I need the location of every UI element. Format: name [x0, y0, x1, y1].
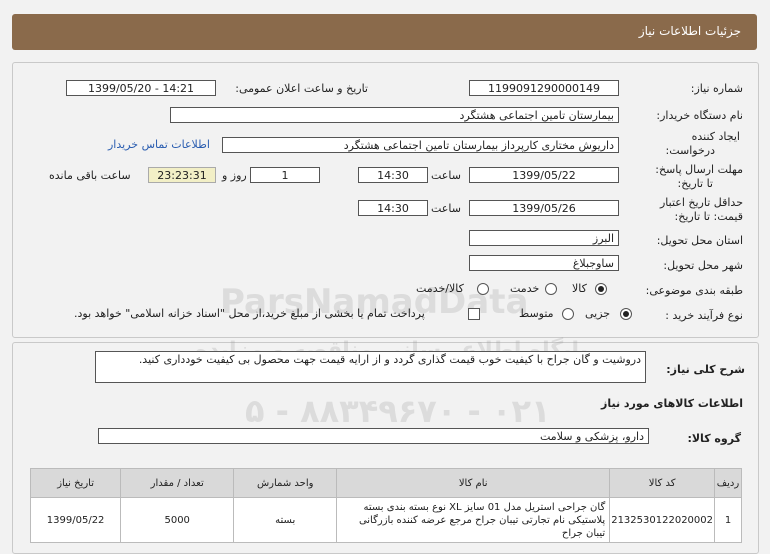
category-service-label: خدمت	[510, 282, 540, 295]
category-goods-label: کالا	[572, 282, 587, 295]
category-goods-service-radio[interactable]	[477, 283, 489, 295]
process-medium-radio[interactable]	[562, 308, 574, 320]
goods-section-title: اطلاعات کالاهای مورد نیاز	[601, 397, 743, 410]
watermark-phone: ۰۲۱ - ۸۸۳۴۹۶۷۰ - ۵	[245, 392, 551, 430]
need-number-label: شماره نیاز:	[690, 82, 743, 95]
send-date-field: 1399/05/22	[469, 167, 619, 183]
announce-field: 1399/05/20 - 14:21	[66, 80, 216, 96]
validity-date-field: 1399/05/26	[469, 200, 619, 216]
treasury-note: پرداخت تمام یا بخشی از مبلغ خرید،از محل …	[74, 307, 425, 320]
days-label: روز و	[222, 169, 247, 182]
send-time-label: ساعت	[431, 169, 461, 182]
buyer-contact-link[interactable]: اطلاعات تماس خریدار	[108, 138, 210, 151]
validity-label-2: قیمت: تا تاریخ:	[674, 210, 743, 223]
category-goods-service-label: کالا/خدمت	[416, 282, 464, 295]
creator-label: ایجاد کننده	[691, 130, 740, 143]
treasury-checkbox[interactable]	[468, 308, 480, 320]
goods-group-label: گروه کالا:	[687, 432, 741, 445]
cell-unit: بسته	[233, 497, 338, 543]
column-header-name: نام کالا	[336, 468, 611, 498]
buyer-field: بیمارستان تامین اجتماعی هشتگرد	[170, 107, 619, 123]
process-medium-label: متوسط	[519, 307, 554, 320]
validity-time-label: ساعت	[431, 202, 461, 215]
process-minor-radio[interactable]	[620, 308, 632, 320]
creator-label-2: درخواست:	[665, 144, 715, 157]
days-field: 1	[250, 167, 320, 183]
buyer-label: نام دستگاه خریدار:	[656, 109, 743, 122]
process-minor-label: جزیی	[585, 307, 611, 320]
cell-qty: 5000	[120, 497, 235, 543]
send-deadline-label-2: تا تاریخ:	[677, 177, 713, 190]
page-title: جزئیات اطلاعات نیاز	[638, 24, 741, 38]
send-deadline-label: مهلت ارسال پاسخ:	[655, 163, 743, 176]
remaining-time-field: 23:23:31	[148, 167, 216, 183]
announce-label: تاریخ و ساعت اعلان عمومی:	[235, 82, 368, 95]
send-time-field: 14:30	[358, 167, 428, 183]
category-label: طبقه بندی موضوعی:	[645, 284, 743, 297]
goods-table: ردیف کد کالا نام کالا واحد شمارش تعداد /…	[29, 468, 742, 543]
need-number-field: 1199091290000149	[469, 80, 619, 96]
cell-name: گان جراحی استریل مدل 01 سایز XL نوع بسته…	[336, 497, 611, 543]
city-label: شهر محل تحویل:	[663, 259, 743, 272]
table-row: 1 2132530122020002 گان جراحی استریل مدل …	[29, 497, 742, 543]
description-label: شرح کلی نیاز:	[666, 363, 745, 376]
cell-date: 1399/05/22	[29, 497, 122, 543]
column-header-row: ردیف	[714, 468, 742, 498]
category-service-radio[interactable]	[545, 283, 557, 295]
validity-time-field: 14:30	[358, 200, 428, 216]
cell-row: 1	[714, 497, 742, 543]
creator-field: داریوش مختاری کارپرداز بیمارستان تامین ا…	[222, 137, 619, 153]
remaining-label: ساعت باقی مانده	[49, 169, 131, 182]
cell-code: 2132530122020002	[609, 497, 715, 543]
column-header-qty: تعداد / مقدار	[120, 468, 235, 498]
goods-group-field: دارو، پزشکی و سلامت	[98, 428, 649, 444]
column-header-code: کد کالا	[609, 468, 715, 498]
description-field: دروشیت و گان جراح با کیفیت خوب قیمت گذار…	[95, 351, 646, 383]
category-goods-radio[interactable]	[595, 283, 607, 295]
province-label: استان محل تحویل:	[656, 234, 743, 247]
validity-label: حداقل تاریخ اعتبار	[659, 196, 743, 209]
city-field: ساوجبلاغ	[469, 255, 619, 271]
page-header: جزئیات اطلاعات نیاز	[12, 14, 757, 50]
column-header-unit: واحد شمارش	[233, 468, 338, 498]
column-header-date: تاریخ نیاز	[29, 468, 122, 498]
process-label: نوع فرآیند خرید :	[665, 309, 743, 322]
province-field: البرز	[469, 230, 619, 246]
